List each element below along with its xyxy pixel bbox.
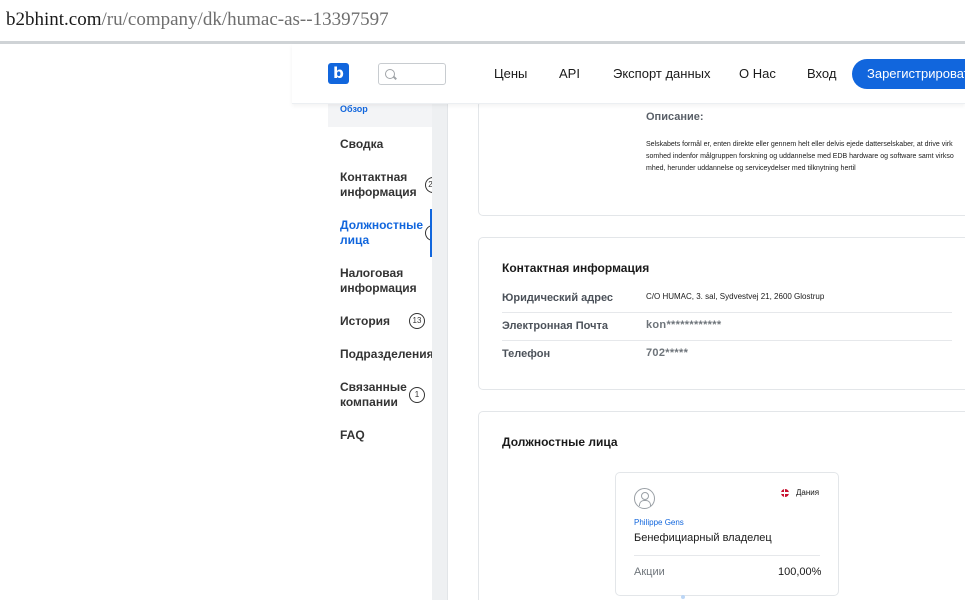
signup-button[interactable]: Зарегистрировать xyxy=(852,59,965,89)
sidebar-count-badge: 1 xyxy=(409,387,425,403)
nav-api-link[interactable]: API xyxy=(559,66,580,81)
row-divider xyxy=(502,340,952,341)
graph-connector-dot xyxy=(681,595,685,599)
overview-card: Описание: Selskabets formål er, enten di… xyxy=(478,100,965,216)
sidebar-item-tax-info[interactable]: Налоговая информация xyxy=(340,266,426,296)
officer-card[interactable]: Дания Philippe Gens Бенефициарный владел… xyxy=(615,472,839,596)
url-path: /ru/company/dk/humac-as--13397597 xyxy=(101,9,389,30)
sidebar-item-label: Контактная информация xyxy=(340,170,417,199)
sidebar-item-label: Сводка xyxy=(340,137,384,151)
sidebar-item-contact-info[interactable]: Контактная информация xyxy=(340,170,426,200)
sidebar-item-label: FAQ xyxy=(340,428,365,442)
officer-divider xyxy=(634,555,820,556)
url-host: b2bhint.com xyxy=(6,9,102,30)
content-gutter xyxy=(432,104,448,600)
shares-label: Акции xyxy=(634,566,665,578)
email-value[interactable]: kon************ xyxy=(646,319,721,331)
sidebar-item-faq[interactable]: FAQ xyxy=(340,428,426,443)
url-text[interactable]: b2bhint.com/ru/company/dk/humac-as--1339… xyxy=(6,9,389,31)
sidebar-item-label: Должностные лица xyxy=(340,218,423,247)
sidebar-item-label: История xyxy=(340,314,391,328)
sidebar-item-label: Связанные компании xyxy=(340,380,407,409)
sidebar-item-overview[interactable]: Обзор xyxy=(328,104,432,127)
sidebar-item-label: Налоговая информация xyxy=(340,266,417,295)
browser-address-bar[interactable]: b2bhint.com/ru/company/dk/humac-as--1339… xyxy=(0,0,965,41)
sidebar-item-label: Обзор xyxy=(340,104,368,114)
nav-pricing-link[interactable]: Цены xyxy=(494,66,527,81)
legal-address-value: C/O HUMAC, 3. sal, Sydvestvej 21, 2600 G… xyxy=(646,292,825,301)
site-header: b Цены API Экспорт данных О Нас Вход Зар… xyxy=(292,44,965,104)
email-label: Электронная Почта xyxy=(502,320,608,332)
search-icon xyxy=(385,69,395,79)
contact-info-card: Контактная информация Юридический адрес … xyxy=(478,237,965,390)
shares-value: 100,00% xyxy=(778,566,822,578)
sidebar-item-summary[interactable]: Сводка xyxy=(340,137,426,152)
officer-country: Дания xyxy=(796,488,820,497)
nav-about-link[interactable]: О Нас xyxy=(739,66,776,81)
sidebar-item-label: Подразделения xyxy=(340,347,434,361)
row-divider xyxy=(502,312,952,313)
user-avatar-icon xyxy=(634,488,655,509)
description-text: Selskabets formål er, enten direkte elle… xyxy=(646,141,954,172)
nav-login-link[interactable]: Вход xyxy=(807,66,836,81)
phone-label: Телефон xyxy=(502,348,551,360)
legal-address-label: Юридический адрес xyxy=(502,292,614,304)
sidebar-item-subdivisions[interactable]: Подразделения xyxy=(340,347,434,362)
sidebar-item-officers[interactable]: Должностные лица xyxy=(340,218,426,248)
officer-name-link[interactable]: Philippe Gens xyxy=(634,518,684,527)
search-input[interactable] xyxy=(378,63,446,85)
phone-value[interactable]: 702***** xyxy=(646,347,688,359)
denmark-flag-icon xyxy=(781,489,789,497)
description-label: Описание: xyxy=(646,111,704,123)
officers-card: Должностные лица Дания Philippe Gens Бен… xyxy=(478,411,965,600)
contact-info-title: Контактная информация xyxy=(502,261,650,275)
b2bhint-logo[interactable]: b xyxy=(328,63,349,84)
sidebar-count-badge: 13 xyxy=(409,313,425,329)
section-sidebar: Обзор Сводка Контактная информация 2 Дол… xyxy=(328,104,435,600)
officers-title: Должностные лица xyxy=(502,435,618,449)
officer-role: Бенефициарный владелец xyxy=(634,532,772,544)
nav-data-export-link[interactable]: Экспорт данных xyxy=(613,66,710,81)
